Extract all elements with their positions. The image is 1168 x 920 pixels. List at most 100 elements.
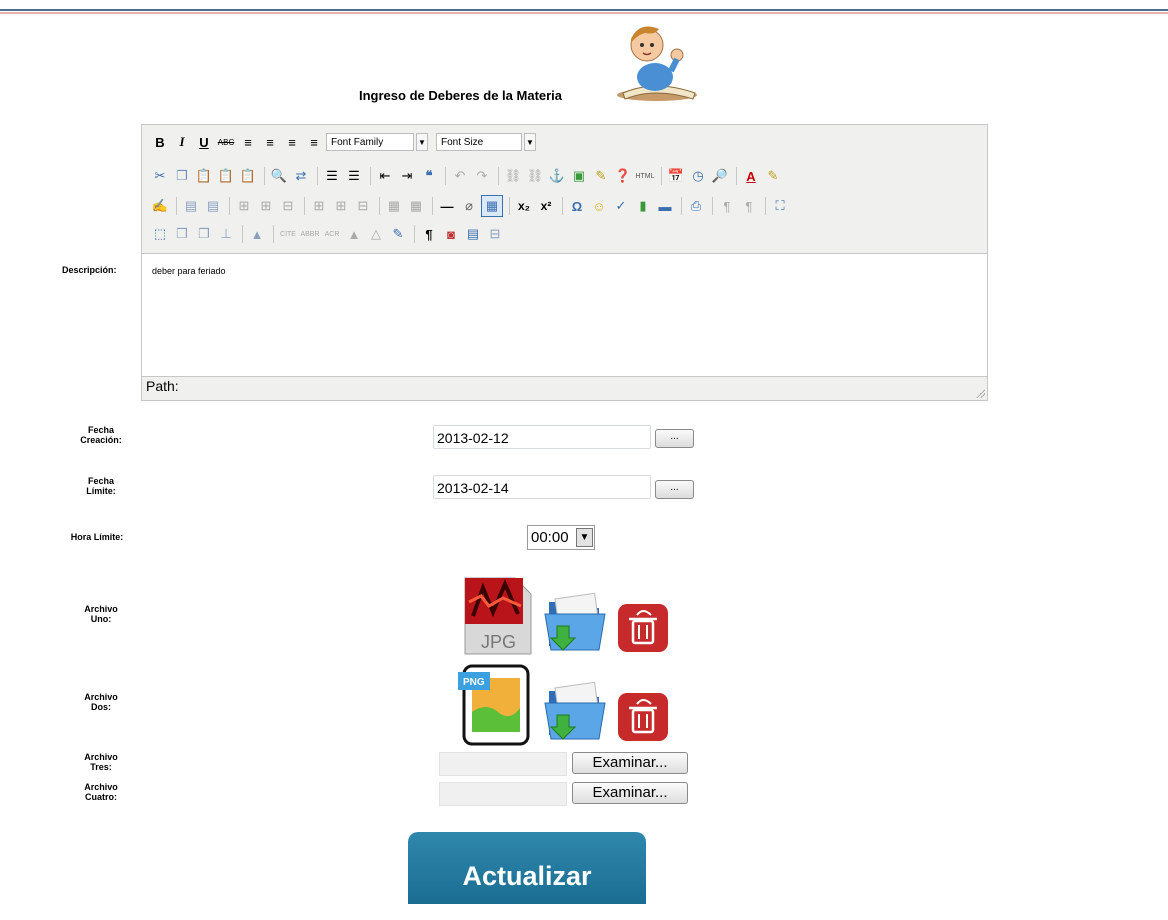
font-family-dropdown-icon[interactable]: ▼ bbox=[416, 133, 428, 151]
copy-icon[interactable]: ❐ bbox=[172, 166, 192, 186]
download-folder-icon[interactable] bbox=[543, 681, 609, 743]
html-source-icon[interactable]: HTML bbox=[635, 166, 655, 186]
find-icon[interactable]: 🔍 bbox=[269, 166, 289, 186]
help-icon[interactable]: ❓ bbox=[613, 166, 633, 186]
emoticons-icon[interactable]: ☺ bbox=[589, 196, 609, 216]
row-before-icon[interactable]: ⊞ bbox=[234, 196, 254, 216]
paste-icon[interactable]: 📋 bbox=[194, 166, 214, 186]
abbr-icon[interactable]: ABBR bbox=[300, 224, 320, 244]
print-icon[interactable]: ⎙ bbox=[686, 196, 706, 216]
delete-icon[interactable] bbox=[617, 603, 669, 653]
png-file-icon[interactable]: PNG bbox=[456, 664, 534, 746]
archivo-cuatro-label: Archivo Cuatro: bbox=[84, 782, 118, 802]
text-color-icon[interactable]: A bbox=[741, 166, 761, 186]
indent-icon[interactable]: ⇥ bbox=[397, 166, 417, 186]
unlink-icon[interactable]: ⛓ bbox=[525, 166, 545, 186]
styleprops-icon[interactable]: ▲ bbox=[247, 224, 267, 244]
archivo-cuatro-file-input[interactable] bbox=[439, 782, 567, 806]
underline-icon[interactable]: U bbox=[194, 132, 214, 152]
table-icon[interactable]: ▤ bbox=[181, 196, 201, 216]
row-after-icon[interactable]: ⊞ bbox=[256, 196, 276, 216]
pagebreak-icon[interactable]: ⊟ bbox=[485, 224, 505, 244]
ltr-icon[interactable]: ¶ bbox=[717, 196, 737, 216]
template-icon[interactable]: ▤ bbox=[463, 224, 483, 244]
fecha-creacion-input[interactable]: 2013-02-12 bbox=[433, 425, 651, 449]
replace-icon[interactable]: ⇄ bbox=[291, 166, 311, 186]
image-icon[interactable]: ▣ bbox=[569, 166, 589, 186]
align-justify-icon[interactable]: ≡ bbox=[304, 132, 324, 152]
italic-icon[interactable]: I bbox=[172, 132, 192, 152]
media-icon[interactable]: ▮ bbox=[633, 196, 653, 216]
delete-icon[interactable] bbox=[617, 692, 669, 742]
spellcheck-icon[interactable]: ✓ bbox=[611, 196, 631, 216]
chevron-down-icon[interactable]: ▼ bbox=[576, 528, 593, 547]
highlight-color-icon[interactable]: ✎ bbox=[763, 166, 783, 186]
fecha-limite-input[interactable]: 2013-02-14 bbox=[433, 475, 651, 499]
actualizar-button[interactable]: Actualizar bbox=[408, 832, 646, 904]
del-icon[interactable]: ▲ bbox=[344, 224, 364, 244]
subscript-icon[interactable]: x₂ bbox=[514, 196, 534, 216]
outdent-icon[interactable]: ⇤ bbox=[375, 166, 395, 186]
editor-content-area[interactable]: deber para feriado bbox=[142, 253, 987, 377]
cut-icon[interactable]: ✂ bbox=[150, 166, 170, 186]
insert-date-icon[interactable]: 📅 bbox=[666, 166, 686, 186]
insert-layer-icon[interactable]: ⬚ bbox=[150, 224, 170, 244]
acronym-icon[interactable]: ACR bbox=[322, 224, 342, 244]
advhr-icon[interactable]: ▬ bbox=[655, 196, 675, 216]
undo-icon[interactable]: ↶ bbox=[450, 166, 470, 186]
numbered-list-icon[interactable]: ☰ bbox=[344, 166, 364, 186]
resize-grip-icon[interactable] bbox=[975, 388, 985, 398]
font-size-select[interactable]: Font Size bbox=[436, 133, 522, 151]
align-left-icon[interactable]: ≡ bbox=[238, 132, 258, 152]
blockquote-icon[interactable]: ❝ bbox=[419, 166, 439, 186]
delete-col-icon[interactable]: ⊟ bbox=[353, 196, 373, 216]
bold-icon[interactable]: B bbox=[150, 132, 170, 152]
col-before-icon[interactable]: ⊞ bbox=[309, 196, 329, 216]
visual-aid-icon[interactable]: ▦ bbox=[481, 195, 503, 217]
insert-time-icon[interactable]: ◷ bbox=[688, 166, 708, 186]
bullet-list-icon[interactable]: ☰ bbox=[322, 166, 342, 186]
table-props-icon[interactable]: ▤ bbox=[203, 196, 223, 216]
font-size-dropdown-icon[interactable]: ▼ bbox=[524, 133, 536, 151]
edit-css-icon[interactable]: ✍ bbox=[150, 196, 170, 216]
align-center-icon[interactable]: ≡ bbox=[260, 132, 280, 152]
cleanup-icon[interactable]: ✎ bbox=[591, 166, 611, 186]
paste-text-icon[interactable]: 📋 bbox=[216, 166, 236, 186]
download-folder-icon[interactable] bbox=[543, 592, 609, 654]
split-cells-icon[interactable]: ▦ bbox=[384, 196, 404, 216]
hora-limite-select[interactable]: 00:00 ▼ bbox=[527, 525, 595, 550]
move-backward-icon[interactable]: ❐ bbox=[194, 224, 214, 244]
cite-icon[interactable]: CITE bbox=[278, 224, 298, 244]
fecha-limite-picker-button[interactable]: ... bbox=[655, 480, 694, 499]
horizontal-rule-icon[interactable]: — bbox=[437, 196, 457, 216]
rtl-icon[interactable]: ¶ bbox=[739, 196, 759, 216]
font-family-select[interactable]: Font Family bbox=[326, 133, 414, 151]
special-char-icon[interactable]: Ω bbox=[567, 196, 587, 216]
nonbreaking-icon[interactable]: ◙ bbox=[441, 224, 461, 244]
jpg-file-icon[interactable]: JPG bbox=[463, 576, 533, 656]
visual-chars-icon[interactable]: ¶ bbox=[419, 224, 439, 244]
col-after-icon[interactable]: ⊞ bbox=[331, 196, 351, 216]
paste-word-icon[interactable]: 📋 bbox=[238, 166, 258, 186]
preview-icon[interactable]: 🔎 bbox=[710, 166, 730, 186]
archivo-uno-label: Archivo Uno: bbox=[84, 604, 118, 624]
fecha-creacion-picker-button[interactable]: ... bbox=[655, 429, 694, 448]
fullscreen-icon[interactable]: ⛶ bbox=[770, 196, 790, 216]
remove-format-icon[interactable]: ⌀ bbox=[459, 196, 479, 216]
delete-row-icon[interactable]: ⊟ bbox=[278, 196, 298, 216]
rich-text-editor[interactable]: B I U ABC ≡ ≡ ≡ ≡ Font Family ▼ Font Siz… bbox=[141, 124, 988, 401]
link-icon[interactable]: ⛓ bbox=[503, 166, 523, 186]
absolute-icon[interactable]: ⊥ bbox=[216, 224, 236, 244]
move-forward-icon[interactable]: ❐ bbox=[172, 224, 192, 244]
strikethrough-icon[interactable]: ABC bbox=[216, 132, 236, 152]
redo-icon[interactable]: ↷ bbox=[472, 166, 492, 186]
align-right-icon[interactable]: ≡ bbox=[282, 132, 302, 152]
merge-cells-icon[interactable]: ▦ bbox=[406, 196, 426, 216]
archivo-tres-browse-button[interactable]: Examinar... bbox=[572, 752, 688, 774]
attribs-icon[interactable]: ✎ bbox=[388, 224, 408, 244]
anchor-icon[interactable]: ⚓ bbox=[547, 166, 567, 186]
archivo-cuatro-browse-button[interactable]: Examinar... bbox=[572, 782, 688, 804]
ins-icon[interactable]: △ bbox=[366, 224, 386, 244]
superscript-icon[interactable]: x² bbox=[536, 196, 556, 216]
archivo-tres-file-input[interactable] bbox=[439, 752, 567, 776]
